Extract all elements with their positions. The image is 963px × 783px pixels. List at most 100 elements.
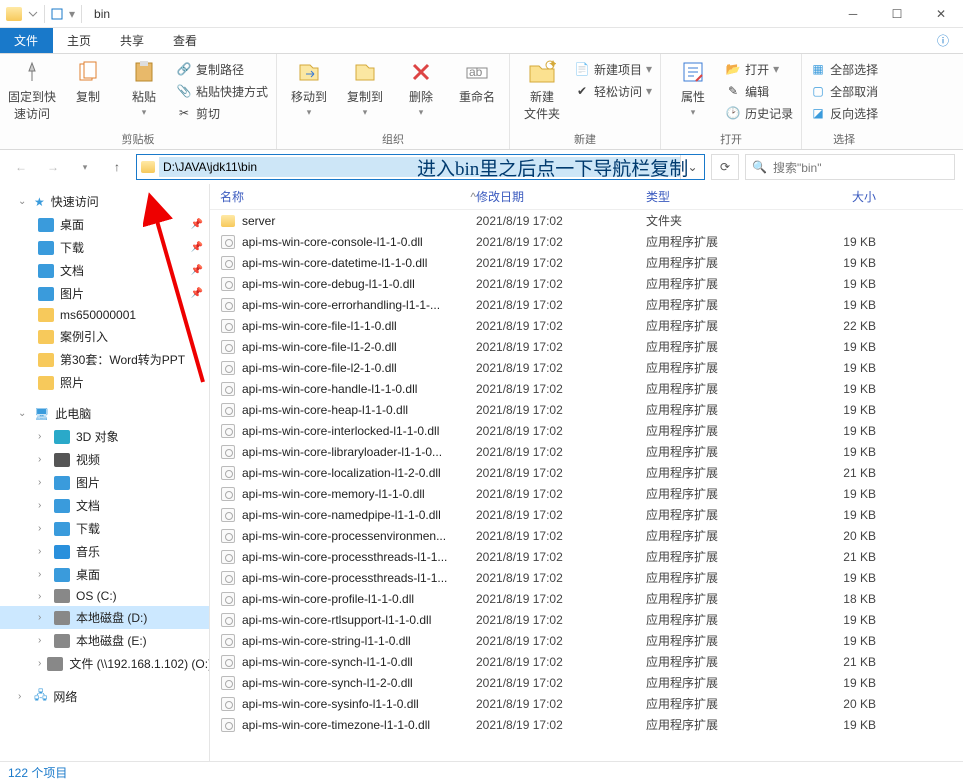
open-button[interactable]: 📂打开 ▾ [725,58,793,80]
sidebar-item[interactable]: 案例引入 [0,325,209,348]
tab-share[interactable]: 共享 [106,28,159,53]
shortcut-icon: 📎 [176,83,192,99]
file-row[interactable]: api-ms-win-core-interlocked-l1-1-0.dll20… [210,420,963,441]
file-row[interactable]: api-ms-win-core-console-l1-1-0.dll2021/8… [210,231,963,252]
select-none-button[interactable]: ▢全部取消 [810,80,878,102]
history-button[interactable]: 🕑历史记录 [725,102,793,124]
file-row[interactable]: api-ms-win-core-debug-l1-1-0.dll2021/8/1… [210,273,963,294]
rename-button[interactable]: ab重命名 [453,58,501,118]
file-row[interactable]: server2021/8/19 17:02文件夹 [210,210,963,231]
minimize-button[interactable]: ─ [831,0,875,28]
file-row[interactable]: api-ms-win-core-namedpipe-l1-1-0.dll2021… [210,504,963,525]
address-row: ← → ▾ ↑ D:\JAVA\jdk11\bin 进入bin里之后点一下导航栏… [0,150,963,184]
copy-path-button[interactable]: 🔗复制路径 [176,58,268,80]
edit-button[interactable]: ✎编辑 [725,80,793,102]
close-button[interactable]: ✕ [919,0,963,28]
sidebar-item[interactable]: ›桌面 [0,563,209,586]
new-folder-button[interactable]: ✦新建 文件夹 [518,58,566,122]
selectall-icon: ▦ [810,61,826,77]
address-dropdown[interactable]: ⌄ [680,155,704,179]
address-path[interactable]: D:\JAVA\jdk11\bin [159,157,680,177]
sidebar-item[interactable]: ›视频 [0,448,209,471]
file-row[interactable]: api-ms-win-core-memory-l1-1-0.dll2021/8/… [210,483,963,504]
sidebar-item[interactable]: ›图片 [0,471,209,494]
sidebar-item[interactable]: ›3D 对象 [0,425,209,448]
file-row[interactable]: api-ms-win-core-errorhandling-l1-1-...20… [210,294,963,315]
file-row[interactable]: api-ms-win-core-processenvironmen...2021… [210,525,963,546]
sidebar-item[interactable]: ›本地磁盘 (D:) [0,606,209,629]
col-date[interactable]: 修改日期 [476,188,646,205]
file-row[interactable]: api-ms-win-core-string-l1-1-0.dll2021/8/… [210,630,963,651]
file-row[interactable]: api-ms-win-core-datetime-l1-1-0.dll2021/… [210,252,963,273]
new-item-button[interactable]: 📄新建项目 ▾ [574,58,652,80]
dll-icon [221,235,235,249]
refresh-button[interactable]: ⟳ [711,154,739,180]
easy-access-button[interactable]: ✔轻松访问 ▾ [574,80,652,102]
file-row[interactable]: api-ms-win-core-processthreads-l1-1...20… [210,567,963,588]
file-row[interactable]: api-ms-win-core-file-l1-1-0.dll2021/8/19… [210,315,963,336]
file-row[interactable]: api-ms-win-core-sysinfo-l1-1-0.dll2021/8… [210,693,963,714]
sidebar-item[interactable]: ›文件 (\\192.168.1.102) (O:) [0,652,209,675]
dll-icon [221,487,235,501]
file-row[interactable]: api-ms-win-core-localization-l1-2-0.dll2… [210,462,963,483]
file-row[interactable]: api-ms-win-core-synch-l1-2-0.dll2021/8/1… [210,672,963,693]
column-headers: 名称 ^ 修改日期 类型 大小 [210,184,963,210]
chevron-down-icon[interactable] [28,9,38,19]
file-row[interactable]: api-ms-win-core-libraryloader-l1-1-0...2… [210,441,963,462]
file-row[interactable]: api-ms-win-core-timezone-l1-1-0.dll2021/… [210,714,963,735]
col-type[interactable]: 类型 [646,188,786,205]
copy-to-button[interactable]: 复制到▾ [341,58,389,118]
file-row[interactable]: api-ms-win-core-synch-l1-1-0.dll2021/8/1… [210,651,963,672]
maximize-button[interactable]: ☐ [875,0,919,28]
sidebar-network[interactable]: ›🖧网络 [0,683,209,710]
help-button[interactable]: ⓘ [923,28,963,53]
back-button[interactable]: ← [8,154,34,180]
tab-view[interactable]: 查看 [159,28,212,53]
sidebar-item[interactable]: 下载📌 [0,236,209,259]
file-row[interactable]: api-ms-win-core-handle-l1-1-0.dll2021/8/… [210,378,963,399]
file-row[interactable]: api-ms-win-core-file-l1-2-0.dll2021/8/19… [210,336,963,357]
tab-file[interactable]: 文件 [0,28,53,53]
folder-icon [6,7,22,21]
file-pane: 名称 ^ 修改日期 类型 大小 server2021/8/19 17:02文件夹… [210,184,963,761]
paste-button[interactable]: 粘贴 ▾ [120,58,168,124]
sidebar-item[interactable]: 桌面📌 [0,213,209,236]
recent-button[interactable]: ▾ [72,154,98,180]
file-row[interactable]: api-ms-win-core-processthreads-l1-1...20… [210,546,963,567]
sidebar-item[interactable]: ms650000001 [0,305,209,325]
file-row[interactable]: api-ms-win-core-heap-l1-1-0.dll2021/8/19… [210,399,963,420]
sidebar-thispc[interactable]: ⌄🖥此电脑 [0,402,209,425]
pin-to-quickaccess-button[interactable]: 固定到快 速访问 [8,58,56,124]
file-row[interactable]: api-ms-win-core-file-l2-1-0.dll2021/8/19… [210,357,963,378]
file-row[interactable]: api-ms-win-core-profile-l1-1-0.dll2021/8… [210,588,963,609]
dll-icon [221,361,235,375]
sidebar-item[interactable]: 第30套：Word转为PPT [0,348,209,371]
copy-button[interactable]: 复制 [64,58,112,124]
properties-button[interactable]: 属性▾ [669,58,717,124]
col-size[interactable]: 大小 [786,188,876,205]
address-bar[interactable]: D:\JAVA\jdk11\bin 进入bin里之后点一下导航栏复制 ⌄ [136,154,705,180]
cut-button[interactable]: ✂剪切 [176,102,268,124]
move-to-button[interactable]: 移动到▾ [285,58,333,118]
tab-home[interactable]: 主页 [53,28,106,53]
sidebar-quickaccess[interactable]: ⌄★快速访问 [0,190,209,213]
search-box[interactable]: 🔍 搜索"bin" [745,154,955,180]
col-name[interactable]: 名称 ^ [220,188,476,205]
sidebar-item[interactable]: ›下载 [0,517,209,540]
dll-icon [221,466,235,480]
forward-button[interactable]: → [40,154,66,180]
sidebar-item[interactable]: 照片 [0,371,209,394]
search-icon: 🔍 [752,160,767,174]
file-row[interactable]: api-ms-win-core-rtlsupport-l1-1-0.dll202… [210,609,963,630]
sidebar-item[interactable]: 文档📌 [0,259,209,282]
select-all-button[interactable]: ▦全部选择 [810,58,878,80]
sidebar-item[interactable]: ›音乐 [0,540,209,563]
sidebar-item[interactable]: 图片📌 [0,282,209,305]
paste-shortcut-button[interactable]: 📎粘贴快捷方式 [176,80,268,102]
sidebar-item[interactable]: ›本地磁盘 (E:) [0,629,209,652]
sidebar-item[interactable]: ›文档 [0,494,209,517]
sidebar-item[interactable]: ›OS (C:) [0,586,209,606]
delete-button[interactable]: 删除▾ [397,58,445,118]
invert-selection-button[interactable]: ◪反向选择 [810,102,878,124]
up-button[interactable]: ↑ [104,154,130,180]
